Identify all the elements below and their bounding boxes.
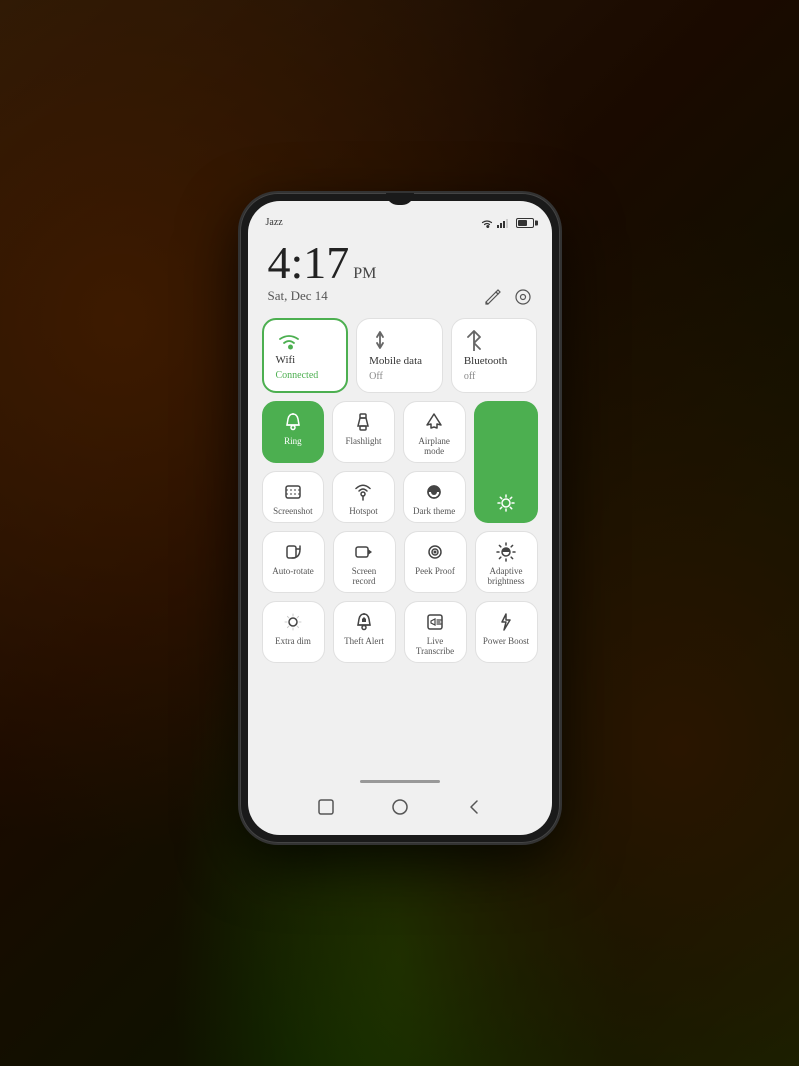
time-label: 4:17 [268, 240, 350, 286]
edit-icon[interactable] [484, 288, 502, 306]
tile-power-boost[interactable]: Power Boost [475, 601, 538, 663]
tile-dark-theme[interactable]: Dark theme [403, 471, 466, 523]
phone-screen: Jazz [248, 201, 552, 835]
nav-recents-button[interactable] [314, 795, 338, 819]
screenshot-tile-label: Screenshot [273, 506, 313, 516]
screen-record-tile-label: Screen record [340, 566, 389, 586]
ampm-label: PM [353, 265, 376, 283]
tile-flashlight[interactable]: Flashlight [332, 401, 395, 463]
wifi-icon [276, 330, 302, 350]
flashlight-tile-label: Flashlight [345, 436, 381, 446]
screen-record-icon [354, 542, 374, 562]
settings-icon[interactable] [514, 288, 532, 306]
time-section: 4:17 PM Sat, Dec 14 [248, 232, 552, 312]
tile-screenshot[interactable]: Screenshot [262, 471, 325, 523]
power-boost-icon [496, 612, 516, 632]
mobile-data-icon [369, 329, 391, 351]
phone-outer: Jazz [240, 193, 560, 843]
quick-settings: Wifi Connected Mobile data Off [248, 312, 552, 772]
tile-bluetooth[interactable]: Bluetooth off [451, 318, 538, 393]
tile-wifi[interactable]: Wifi Connected [262, 318, 349, 393]
auto-rotate-tile-label: Auto-rotate [272, 566, 313, 576]
time-display: 4:17 PM [268, 240, 532, 286]
bluetooth-tile-label: Bluetooth [464, 355, 525, 367]
home-icon [391, 798, 409, 816]
bluetooth-icon [464, 329, 484, 351]
bluetooth-tile-sub: off [464, 371, 525, 382]
battery-icon [516, 218, 534, 228]
flashlight-icon [353, 412, 373, 432]
peek-proof-tile-label: Peek Proof [415, 566, 455, 576]
tile-airplane[interactable]: Airplane mode [403, 401, 466, 463]
nav-bar [248, 772, 552, 835]
dark-theme-icon [424, 482, 444, 502]
theft-alert-tile-label: Theft Alert [344, 636, 384, 646]
wifi-tile-label: Wifi [276, 354, 335, 366]
mobile-data-tile-sub: Off [369, 371, 430, 382]
time-actions [484, 288, 532, 306]
tile-screen-record[interactable]: Screen record [333, 531, 396, 593]
tile-mobile-data[interactable]: Mobile data Off [356, 318, 443, 393]
tile-brightness-slider[interactable] [474, 401, 538, 523]
extra-dim-icon [283, 612, 303, 632]
theft-alert-icon [354, 612, 374, 632]
phone-container: Jazz [240, 193, 560, 843]
qs-row-3: Auto-rotate Screen record [262, 531, 538, 593]
airplane-icon [424, 412, 444, 432]
tile-peek-proof[interactable]: Peek Proof [404, 531, 467, 593]
nav-back-button[interactable] [462, 795, 486, 819]
adaptive-brightness-tile-label: Adaptive brightness [482, 566, 531, 586]
tile-extra-dim[interactable]: Extra dim [262, 601, 325, 663]
dark-theme-tile-label: Dark theme [413, 506, 455, 516]
nav-buttons [314, 795, 486, 819]
qs-row-4: Extra dim Theft Alert [262, 601, 538, 663]
qs-row-large: Wifi Connected Mobile data Off [262, 318, 538, 393]
ring-icon [283, 412, 303, 432]
peek-proof-icon [425, 542, 445, 562]
nav-home-button[interactable] [388, 795, 412, 819]
tile-adaptive-brightness[interactable]: Adaptive brightness [475, 531, 538, 593]
wifi-tile-sub: Connected [276, 370, 335, 381]
live-transcribe-icon [425, 612, 445, 632]
tile-live-transcribe[interactable]: Live Transcribe [404, 601, 467, 663]
nav-handle[interactable] [360, 780, 440, 783]
screenshot-icon [283, 482, 303, 502]
brightness-slider-icon [496, 493, 516, 513]
power-boost-tile-label: Power Boost [483, 636, 529, 646]
tile-theft-alert[interactable]: Theft Alert [333, 601, 396, 663]
status-icons [480, 218, 534, 228]
hotspot-icon [353, 482, 373, 502]
extra-dim-tile-label: Extra dim [275, 636, 311, 646]
tile-ring[interactable]: Ring [262, 401, 325, 463]
mobile-data-tile-label: Mobile data [369, 355, 430, 367]
signal-icon [497, 218, 511, 228]
live-transcribe-tile-label: Live Transcribe [411, 636, 460, 656]
tile-hotspot[interactable]: Hotspot [332, 471, 395, 523]
auto-rotate-icon [283, 542, 303, 562]
wifi-status-icon [480, 218, 494, 228]
status-bar: Jazz [248, 201, 552, 232]
hotspot-tile-label: Hotspot [349, 506, 378, 516]
airplane-tile-label: Airplane mode [410, 436, 459, 456]
recents-icon [317, 798, 335, 816]
ring-tile-label: Ring [284, 436, 302, 446]
tile-auto-rotate[interactable]: Auto-rotate [262, 531, 325, 593]
adaptive-brightness-icon [496, 542, 516, 562]
carrier-label: Jazz [266, 217, 283, 228]
back-icon [465, 798, 483, 816]
